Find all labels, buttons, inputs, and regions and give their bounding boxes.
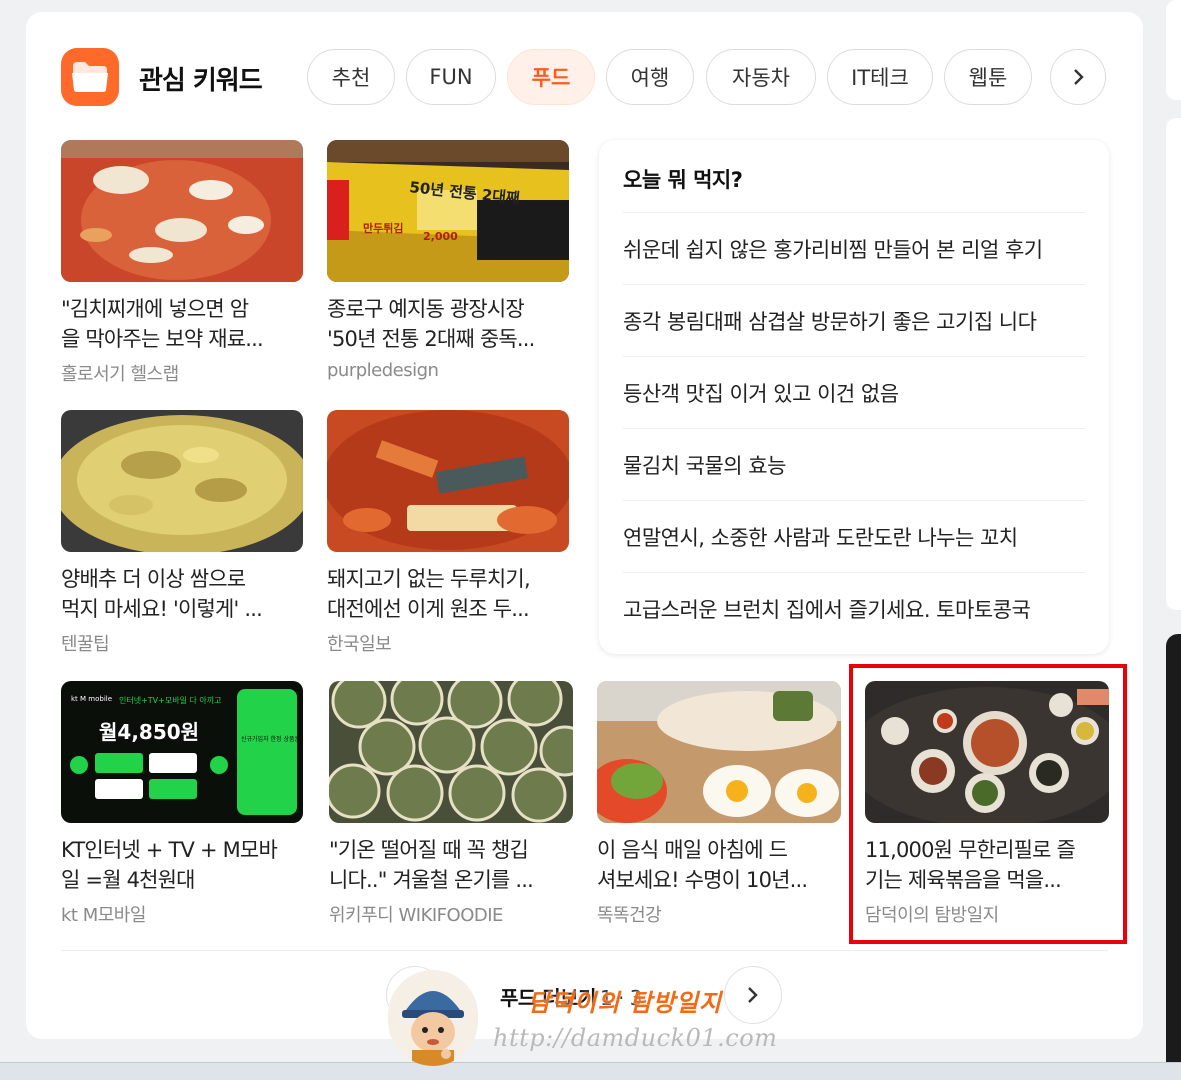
feed-item[interactable]: "김치찌개에 넣으면 암을 막아주는 보약 재료... 홀로서기 헬스랩 [61, 140, 307, 390]
item-source: 텐꿀팁 [61, 634, 110, 655]
feed-item[interactable]: 돼지고기 없는 두루치기, 대전에선 이게 원조 두... 한국일보 [327, 410, 573, 660]
feed-item[interactable]: 양배추 더 이상 쌈으로 먹지 마세요! '이렇게' ... 텐꿀팁 [61, 410, 307, 660]
list-item[interactable]: 물김치 국물의 효능 [623, 428, 1085, 500]
item-title: 종로구 예지동 광장시장 '50년 전통 2대째 중독... [327, 297, 535, 351]
chip-label: 자동차 [732, 66, 790, 90]
chip-car[interactable]: 자동차 [706, 49, 816, 105]
thumbnail-market: 50년 전통 2대째 만두튀김 2,000 [327, 140, 569, 282]
side-media-panel [1166, 634, 1181, 1064]
item-source: 한국일보 [327, 634, 392, 655]
thumbnail-pumpkins [329, 681, 573, 823]
item-title: 돼지고기 없는 두루치기, 대전에선 이게 원조 두... [327, 567, 531, 621]
item-title: 이 음식 매일 아침에 드 셔보세요! 수명이 10년... [597, 838, 808, 892]
thumbnail-kimchi-stew [61, 140, 303, 282]
side-panel-top [1166, 0, 1181, 100]
item-source: 똑똑건강 [597, 905, 662, 926]
highlight-box [849, 664, 1127, 944]
chip-it-tech[interactable]: IT테크 [827, 49, 933, 105]
watermark-avatar [388, 970, 478, 1066]
list-item[interactable]: 연말연시, 소중한 사람과 도란도란 나누는 꼬치 [623, 500, 1085, 572]
feed-item[interactable]: 이 음식 매일 아침에 드 셔보세요! 수명이 10년... 똑똑건강 [597, 681, 843, 931]
item-source: purpledesign [327, 360, 439, 381]
panel-title: 오늘 뭐 먹지? [623, 168, 743, 192]
chip-label: 푸드 [531, 66, 571, 90]
thumbnail-cabbage-pancake [61, 410, 303, 552]
market-menu-price: 2,000 [423, 230, 458, 243]
list-item[interactable]: 쉬운데 쉽지 않은 홍가리비찜 만들어 본 리얼 후기 [623, 212, 1085, 284]
today-list: 쉬운데 쉽지 않은 홍가리비찜 만들어 본 리얼 후기 종각 봉림대패 삼겹살 … [623, 212, 1085, 644]
interest-keyword-card: 관심 키워드 추천 FUN 푸드 여행 자동차 IT테크 웹툰 "김치찌개에 넣… [26, 12, 1143, 1039]
ad-side-text: 신규가입자 한정 상품권 추가지급 이벤트 진행 중 [241, 735, 303, 743]
ad-brand: kt M mobile [71, 695, 112, 703]
chip-label: 추천 [331, 66, 371, 90]
list-item[interactable]: 종각 봉림대패 삼겹살 방문하기 좋은 고기집 니다 [623, 284, 1085, 356]
chip-label: 웹툰 [968, 66, 1008, 90]
item-title: "김치찌개에 넣으면 암을 막아주는 보약 재료... [61, 297, 264, 351]
chip-fun[interactable]: FUN [406, 49, 496, 105]
chip-scroll-next-button[interactable] [1050, 49, 1106, 105]
item-title: 양배추 더 이상 쌈으로 먹지 마세요! '이렇게' ... [61, 567, 263, 621]
chip-travel[interactable]: 여행 [606, 49, 694, 105]
item-source: 위키푸디 WIKIFOODIE [329, 905, 503, 926]
market-menu-item: 만두튀김 [363, 221, 403, 235]
chip-label: IT테크 [851, 66, 909, 90]
feed-item[interactable]: 50년 전통 2대째 만두튀김 2,000 종로구 예지동 광장시장 '50년 전… [327, 140, 573, 390]
chevron-right-icon [1074, 69, 1084, 85]
item-title: "기온 떨어질 때 꼭 챙깁 니다.." 겨울철 온기를 ... [329, 838, 534, 892]
item-title: KT인터넷 + TV + M모바 일 =월 4천원대 [61, 838, 278, 892]
watermark-name: 담덕이의 탐방일지 [528, 988, 722, 1017]
section-title: 관심 키워드 [139, 66, 263, 96]
chip-label: 여행 [630, 66, 670, 90]
thumbnail-duruchigi [327, 410, 569, 552]
watermark-url: http://damduck01.com [493, 1024, 778, 1052]
list-item[interactable]: 고급스러운 브런치 집에서 즐기세요. 토마토콩국 [623, 572, 1085, 644]
divider [61, 950, 1108, 951]
today-what-to-eat-panel: 오늘 뭐 먹지? 쉬운데 쉽지 않은 홍가리비찜 만들어 본 리얼 후기 종각 … [599, 140, 1109, 654]
chip-recommend[interactable]: 추천 [307, 49, 395, 105]
folder-icon [61, 48, 119, 106]
feed-item[interactable]: "기온 떨어질 때 꼭 챙깁 니다.." 겨울철 온기를 ... 위키푸디 WIK… [329, 681, 575, 931]
chevron-right-icon [748, 987, 758, 1003]
feed-item-ad[interactable]: kt M mobile 인터넷+TV+모바일 다 아끼고 월4,850원 신규가… [61, 681, 307, 931]
chip-webtoon[interactable]: 웹툰 [944, 49, 1032, 105]
list-item[interactable]: 등산객 맛집 이거 있고 이건 없음 [623, 356, 1085, 428]
side-panel-middle [1166, 118, 1181, 610]
ad-price: 월4,850원 [99, 720, 199, 744]
window-bottom-bar [0, 1062, 1181, 1080]
item-source: 홀로서기 헬스랩 [61, 364, 179, 385]
chip-food[interactable]: 푸드 [507, 49, 595, 105]
thumbnail-kt-ad: kt M mobile 인터넷+TV+모바일 다 아끼고 월4,850원 신규가… [61, 681, 303, 823]
keyword-header: 관심 키워드 추천 FUN 푸드 여행 자동차 IT테크 웹툰 [61, 46, 1141, 106]
item-source: kt M모바일 [61, 905, 146, 926]
ad-promo: 인터넷+TV+모바일 다 아끼고 [119, 695, 221, 705]
next-page-button[interactable] [724, 966, 782, 1024]
chip-label: FUN [429, 65, 473, 89]
thumbnail-breakfast [597, 681, 841, 823]
